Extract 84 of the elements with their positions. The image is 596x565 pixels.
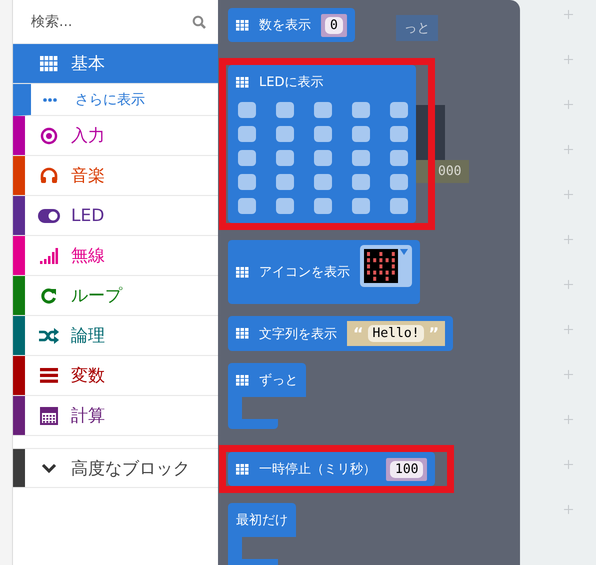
led-cell[interactable]	[276, 102, 294, 118]
grid-icon	[236, 20, 249, 30]
plus-mark	[564, 460, 572, 469]
led-cell[interactable]	[238, 150, 256, 166]
led-cell[interactable]	[352, 102, 370, 118]
led-cell[interactable]	[352, 174, 370, 190]
target-icon	[40, 126, 58, 144]
category-item[interactable]: 音楽	[13, 156, 218, 196]
ghost-block: っと	[396, 15, 438, 41]
icon-dropdown[interactable]	[360, 245, 412, 287]
dropdown-arrow-icon	[400, 249, 408, 255]
calculator-icon	[40, 406, 58, 424]
search-icon	[192, 14, 206, 28]
block-label: 一時停止（ミリ秒）	[259, 461, 376, 478]
plus-mark	[564, 370, 572, 379]
led-cell[interactable]	[276, 126, 294, 142]
code-block[interactable]: アイコンを表示	[228, 240, 420, 304]
number-input[interactable]: 0	[321, 14, 347, 36]
grid-icon	[236, 328, 249, 339]
grid-icon	[40, 56, 58, 72]
category-item[interactable]: 入力	[13, 116, 218, 156]
category-item[interactable]: ループ	[13, 276, 218, 316]
plus-mark	[564, 415, 572, 424]
refresh-icon	[41, 288, 57, 304]
category-item[interactable]: 計算	[13, 396, 218, 436]
led-cell[interactable]	[314, 102, 332, 118]
signal-icon	[40, 248, 58, 264]
led-cell[interactable]	[314, 150, 332, 166]
led-pattern-drawing	[364, 249, 398, 283]
plus-mark	[564, 190, 572, 199]
block-label: アイコンを表示	[259, 264, 350, 281]
led-cell[interactable]	[352, 198, 370, 214]
led-cell[interactable]	[390, 174, 408, 190]
plus-mark	[564, 505, 572, 514]
advanced-item[interactable]: 高度なブロック	[13, 448, 218, 488]
block-label: 最初だけ	[236, 512, 288, 529]
grid-icon	[236, 266, 249, 278]
led-cell[interactable]	[238, 198, 256, 214]
led-cell[interactable]	[390, 126, 408, 142]
led-cell[interactable]	[276, 174, 294, 190]
block-foot	[228, 419, 278, 429]
grid-icon	[236, 374, 249, 386]
led-cell[interactable]	[276, 198, 294, 214]
block-label: ずっと	[259, 372, 298, 389]
led-cell[interactable]	[352, 150, 370, 166]
category-item[interactable]: LED	[13, 196, 218, 236]
grid-icon	[236, 76, 249, 88]
lines-icon	[40, 368, 58, 383]
plus-mark	[564, 55, 572, 64]
toggle-icon	[38, 208, 60, 222]
led-cell[interactable]	[238, 102, 256, 118]
led-cell[interactable]	[314, 174, 332, 190]
plus-mark	[564, 145, 572, 154]
block-label: 数を表示	[259, 17, 311, 34]
led-cell[interactable]	[390, 150, 408, 166]
plus-mark	[564, 100, 572, 109]
led-cell[interactable]	[352, 126, 370, 142]
number-input[interactable]: 100	[386, 458, 428, 480]
ellipsis-icon	[43, 98, 57, 102]
category-item[interactable]: 変数	[13, 356, 218, 396]
plus-mark	[564, 325, 572, 334]
headphones-icon	[40, 166, 58, 184]
led-cell[interactable]	[390, 102, 408, 118]
category-item[interactable]: 無線	[13, 236, 218, 276]
block-label: 文字列を表示	[259, 326, 337, 342]
led-cell[interactable]	[314, 126, 332, 142]
category-item[interactable]: 論理	[13, 316, 218, 356]
grid-icon	[236, 464, 249, 474]
block-label: LEDに表示	[259, 74, 324, 91]
led-cell[interactable]	[276, 150, 294, 166]
code-block[interactable]: 文字列を表示 “ Hello! ”	[228, 316, 453, 351]
code-block[interactable]: 一時停止（ミリ秒） 100	[228, 452, 436, 486]
code-block[interactable]: 数を表示 0	[228, 8, 355, 42]
plus-mark	[564, 280, 572, 289]
plus-mark	[564, 235, 572, 244]
string-input[interactable]: “ Hello! ”	[347, 321, 445, 346]
led-cell[interactable]	[314, 198, 332, 214]
category-item[interactable]: 基本	[13, 44, 218, 84]
led-cell[interactable]	[238, 126, 256, 142]
shuffle-icon	[39, 328, 59, 344]
led-cell[interactable]	[238, 174, 256, 190]
plus-mark	[564, 10, 572, 19]
code-block[interactable]: LEDに表示	[228, 65, 416, 223]
led-cell[interactable]	[390, 198, 408, 214]
